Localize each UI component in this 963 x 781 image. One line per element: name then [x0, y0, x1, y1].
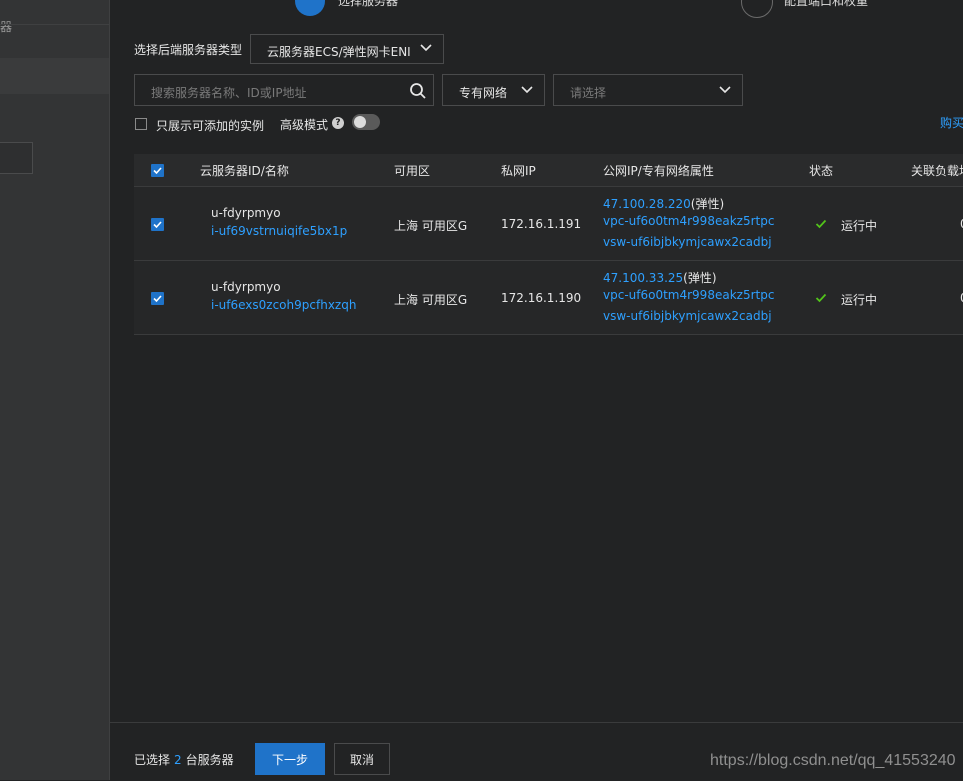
status-text: 运行中: [841, 219, 878, 233]
instance-id-link[interactable]: i-uf6exs0zcoh9pcfhxzqh: [211, 298, 356, 312]
only-addable-label: 只展示可添加的实例: [156, 119, 265, 133]
row-checkbox[interactable]: [151, 292, 164, 305]
header-public-ip: 公网IP/专有网络属性: [603, 164, 714, 178]
header-status: 状态: [809, 164, 834, 178]
check-icon: [815, 219, 827, 229]
check-icon: [153, 221, 162, 229]
chevron-down-icon: [719, 86, 731, 94]
server-type-value: 云服务器ECS/弹性网卡ENI: [267, 45, 411, 59]
server-table: 云服务器ID/名称 可用区 私网IP 公网IP/专有网络属性 状态 关联负载均衡…: [134, 154, 963, 335]
cancel-button[interactable]: 取消: [334, 743, 390, 775]
network-type-value: 专有网络: [459, 86, 508, 100]
footer-bar: 已选择 2 台服务器 下一步 取消 https://blog.csdn.net/qq…: [110, 722, 963, 781]
instance-name: u-fdyrpmyo: [211, 280, 281, 294]
private-ip: 172.16.1.190: [501, 291, 582, 305]
sidebar-divider: [0, 24, 109, 25]
vpc-link[interactable]: vpc-uf6o0tm4r998eakz5rtpc: [603, 214, 774, 228]
selected-summary: 已选择 2 台服务器: [134, 751, 234, 768]
status-text: 运行中: [841, 293, 878, 307]
toggle-knob: [354, 116, 366, 128]
chevron-down-icon: [521, 86, 533, 94]
select-all-checkbox[interactable]: [151, 164, 164, 177]
step-1-indicator: [295, 0, 325, 16]
sidebar-title: 器: [0, 20, 13, 34]
header-lb: 关联负载均衡: [911, 164, 963, 178]
left-sidebar: 器: [0, 0, 110, 780]
header-zone: 可用区: [394, 164, 431, 178]
server-type-select[interactable]: 云服务器ECS/弹性网卡ENI: [250, 34, 444, 64]
main-panel: 选择服务器 配置端口和权重 选择后端服务器类型 云服务器ECS/弹性网卡ENI …: [110, 0, 963, 781]
vsw-link[interactable]: vsw-uf6ibjbkymjcawx2cadbj: [603, 309, 772, 323]
vpc-select[interactable]: 请选择: [553, 74, 743, 106]
only-addable-checkbox[interactable]: [135, 118, 147, 130]
vpc-link[interactable]: vpc-uf6o0tm4r998eakz5rtpc: [603, 288, 774, 302]
step-1-label: 选择服务器: [338, 0, 399, 8]
search-placeholder: 搜索服务器名称、ID或IP地址: [151, 86, 307, 100]
server-type-label: 选择后端服务器类型: [134, 43, 243, 57]
selected-prefix: 已选择: [134, 753, 171, 767]
step-2-indicator: [741, 0, 773, 18]
help-icon[interactable]: ?: [332, 117, 344, 129]
header-private-ip: 私网IP: [501, 164, 536, 178]
network-type-select[interactable]: 专有网络: [442, 74, 545, 106]
sidebar-input-box[interactable]: [0, 142, 33, 174]
buy-link[interactable]: 购买: [940, 114, 963, 131]
table-row[interactable]: u-fdyrpmyo i-uf6exs0zcoh9pcfhxzqh 上海 可用区…: [134, 261, 963, 335]
search-input[interactable]: 搜索服务器名称、ID或IP地址: [134, 74, 434, 106]
advanced-mode-toggle[interactable]: [352, 114, 380, 130]
vsw-link[interactable]: vsw-uf6ibjbkymjcawx2cadbj: [603, 235, 772, 249]
next-button[interactable]: 下一步: [255, 743, 325, 775]
ip-tag: (弹性): [690, 197, 725, 211]
check-icon: [153, 295, 162, 303]
sidebar-active-item[interactable]: [0, 58, 109, 94]
row-checkbox[interactable]: [151, 218, 164, 231]
private-ip: 172.16.1.191: [501, 217, 582, 231]
ip-tag: (弹性): [683, 271, 717, 285]
selected-count: 2: [174, 753, 182, 767]
advanced-mode-label: 高级模式: [280, 118, 329, 132]
selected-suffix: 台服务器: [185, 753, 234, 767]
table-row[interactable]: u-fdyrpmyo i-uf69vstrnuiqife5bx1p 上海 可用区…: [134, 187, 963, 261]
public-ip[interactable]: 47.100.28.220: [603, 197, 691, 211]
instance-id-link[interactable]: i-uf69vstrnuiqife5bx1p: [211, 224, 347, 238]
zone: 上海 可用区G: [394, 219, 468, 233]
vpc-select-placeholder: 请选择: [570, 86, 607, 100]
instance-name: u-fdyrpmyo: [211, 206, 281, 220]
zone: 上海 可用区G: [394, 293, 468, 307]
watermark: https://blog.csdn.net/qq_41553240: [710, 752, 956, 769]
table-header: 云服务器ID/名称 可用区 私网IP 公网IP/专有网络属性 状态 关联负载均衡: [134, 154, 963, 187]
check-icon: [153, 167, 162, 175]
search-icon[interactable]: [409, 82, 427, 100]
header-id-name: 云服务器ID/名称: [200, 164, 289, 178]
step-2-label: 配置端口和权重: [784, 0, 869, 8]
public-ip[interactable]: 47.100.33.25: [603, 271, 683, 285]
chevron-down-icon: [420, 44, 432, 52]
check-icon: [815, 293, 827, 303]
